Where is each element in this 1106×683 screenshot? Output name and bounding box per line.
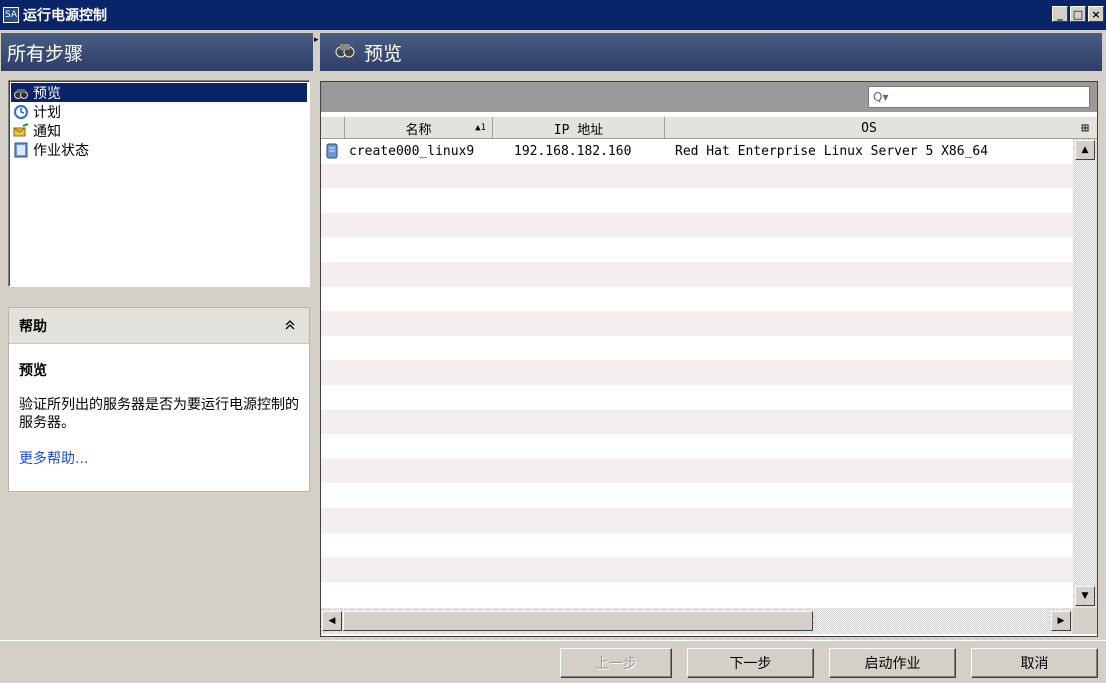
step-item-notify[interactable]: 通知 [11,121,307,140]
step-label: 通知 [33,123,61,140]
table-row[interactable]: create000_linux9 192.168.182.160 Red Hat… [321,139,1073,164]
horizontal-scrollbar[interactable]: ◀ ▶ [321,608,1073,634]
steps-list: 预览 计划 通知 作业状态 [8,80,310,287]
empty-row [321,458,1073,484]
collapse-icon[interactable] [285,319,295,333]
binoculars-icon [334,40,356,65]
step-item-schedule[interactable]: 计划 [11,102,307,121]
cell-os: Red Hat Enterprise Linux Server 5 X86_64 [675,143,989,159]
horizontal-scroll-thumb[interactable] [343,611,813,631]
server-icon [321,143,345,159]
empty-row [321,237,1073,262]
step-label: 预览 [33,85,61,102]
table-toolbar: Q▾ [321,82,1097,112]
step-item-job-status[interactable]: 作业状态 [11,140,307,159]
step-item-preview[interactable]: 预览 [11,83,307,102]
scroll-left-icon[interactable]: ◀ [322,611,342,631]
table-header: 名称 ▲1 IP 地址 OS ⊞ [321,117,1097,139]
column-header-ip[interactable]: IP 地址 [493,117,665,139]
envelope-icon [13,122,29,139]
start-job-button[interactable]: 启动作业 [829,648,956,678]
help-title: 预览 [19,363,47,379]
clock-icon [13,104,29,120]
search-input[interactable]: Q▾ [868,86,1090,108]
table-body: create000_linux9 192.168.182.160 Red Hat… [321,139,1073,608]
empty-row [321,336,1073,361]
empty-row [321,409,1073,435]
column-label: IP 地址 [553,122,604,138]
help-header-label: 帮助 [19,318,47,335]
empty-row [321,582,1073,607]
empty-row [321,311,1073,336]
column-header-os[interactable]: OS [665,117,1073,139]
minimize-button[interactable]: _ [1052,6,1068,22]
server-table: Q▾ 名称 ▲1 IP 地址 OS ⊞ create000_linux9 192… [320,81,1098,637]
empty-row [321,360,1073,385]
empty-row [321,163,1073,189]
cell-name: create000_linux9 [349,143,475,159]
empty-row [321,557,1073,582]
step-label: 计划 [33,104,61,121]
window-controls: _ □ × [1052,6,1104,22]
empty-row [321,483,1073,508]
back-button[interactable]: 上一步 [560,648,672,678]
job-status-icon [13,142,29,158]
preview-title: 预览 [364,42,403,65]
next-button[interactable]: 下一步 [687,648,814,678]
step-label: 作业状态 [33,142,89,159]
help-text: 验证所列出的服务器是否为要运行电源控制的服务器。 [19,397,299,431]
empty-row [321,385,1073,410]
footer-bar: 上一步 下一步 启动作业 取消 [0,640,1106,683]
sort-ascending-icon: ▲1 [475,123,486,133]
help-header[interactable]: 帮助 [9,308,309,344]
close-button[interactable]: × [1088,6,1104,22]
scroll-down-icon[interactable]: ▼ [1075,586,1095,606]
column-label: 名称 [405,122,432,138]
scroll-right-icon[interactable]: ▶ [1051,611,1071,631]
cancel-button[interactable]: 取消 [971,648,1098,678]
splitter-arrow-icon[interactable]: ▸ [314,35,319,45]
left-panel: 所有步骤 预览 计划 通知 作业状态 帮助 预览 验证所列出的服务器是否为要运行… [0,30,314,640]
preview-header: 预览 [320,33,1102,71]
window-title: 运行电源控制 [23,8,107,24]
column-picker-icon[interactable]: ⊞ [1073,117,1097,139]
search-icon: Q▾ [873,90,889,104]
empty-row [321,533,1073,558]
empty-row [321,507,1073,533]
steps-header: 所有步骤 [1,33,313,71]
column-header-name[interactable]: 名称 ▲1 [345,117,493,139]
vertical-scrollbar[interactable]: ▲ ▼ [1073,139,1097,608]
empty-row [321,434,1073,459]
column-header-icon [321,117,345,139]
scroll-up-icon[interactable]: ▲ [1075,140,1095,160]
binoculars-icon [13,85,29,101]
maximize-button[interactable]: □ [1070,6,1086,22]
right-panel: 预览 Q▾ 名称 ▲1 IP 地址 OS ⊞ create000_linux9 … [320,30,1106,640]
help-panel: 帮助 预览 验证所列出的服务器是否为要运行电源控制的服务器。 更多帮助... [8,307,310,492]
empty-row [321,287,1073,312]
title-bar: SA 运行电源控制 _ □ × [0,0,1106,30]
column-label: OS [861,120,877,136]
cell-ip: 192.168.182.160 [514,143,632,159]
more-help-link[interactable]: 更多帮助... [19,448,309,468]
empty-row [321,261,1073,287]
empty-row [321,188,1073,213]
scrollbar-corner [1073,608,1097,634]
app-icon: SA [3,7,19,23]
empty-row [321,212,1073,238]
